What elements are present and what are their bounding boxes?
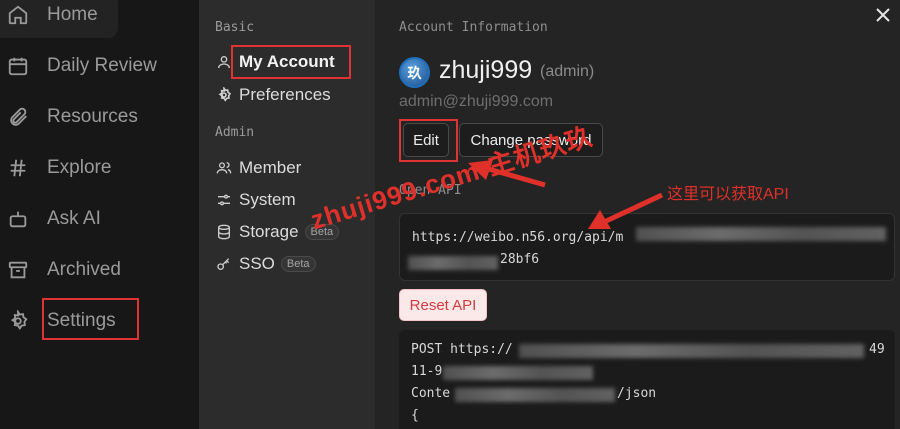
redacted-block	[455, 388, 615, 402]
user-email: admin@zhuji999.com	[399, 93, 554, 110]
section-title-basic: Basic	[215, 20, 255, 35]
menu-item-system[interactable]: System	[215, 186, 296, 214]
nav-item-label: Resources	[47, 106, 138, 127]
menu-item-member[interactable]: Member	[215, 154, 301, 182]
menu-item-label: Member	[239, 158, 302, 177]
account-panel: Account Information 玖 zhuji999 (admin) a…	[375, 0, 900, 429]
highlight-box-settings	[42, 298, 139, 340]
bot-icon	[6, 207, 30, 231]
nav-item-ask-ai[interactable]: Ask AI	[0, 196, 190, 242]
highlight-box-my-account	[231, 45, 351, 79]
code-line: 49	[869, 342, 885, 357]
account-section-title: Account Information	[399, 20, 548, 35]
nav-item-label: Archived	[47, 259, 121, 280]
code-line: POST https://	[411, 342, 513, 357]
archive-icon	[6, 258, 30, 282]
nav-item-label: Explore	[47, 157, 112, 178]
users-icon	[215, 159, 233, 177]
nav-item-resources[interactable]: Resources	[0, 94, 190, 140]
nav-item-home[interactable]: Home	[0, 0, 118, 38]
key-icon	[215, 255, 233, 273]
nav-item-archived[interactable]: Archived	[0, 247, 190, 293]
nav-item-daily-review[interactable]: Daily Review	[0, 43, 190, 89]
menu-item-sso[interactable]: SSO Beta	[215, 250, 316, 278]
nav-item-label: Ask AI	[47, 208, 101, 229]
home-icon	[6, 3, 30, 27]
menu-item-label: Preferences	[239, 85, 331, 104]
hash-icon	[6, 156, 30, 180]
api-url-start: https://weibo.n56.org/api/m	[412, 230, 624, 245]
menu-item-label: SSO	[239, 254, 275, 273]
code-line: {	[411, 408, 419, 423]
code-example-box: POST https:// 49 11-9 Conte /json {	[399, 330, 895, 429]
api-url-box[interactable]: https://weibo.n56.org/api/m 28bf6	[399, 213, 895, 281]
highlight-box-edit	[399, 119, 458, 162]
username: zhuji999	[439, 56, 533, 84]
database-icon	[215, 223, 233, 241]
redacted-block	[519, 344, 864, 358]
menu-item-label: System	[239, 190, 296, 209]
code-line: /json	[617, 386, 657, 401]
menu-item-label: Storage	[239, 222, 299, 241]
redacted-block	[636, 227, 886, 241]
redacted-block	[408, 256, 498, 270]
nav-item-explore[interactable]: Explore	[0, 145, 190, 191]
calendar-icon	[6, 54, 30, 78]
close-icon[interactable]	[870, 2, 896, 28]
section-title-admin: Admin	[215, 125, 255, 140]
annotation-note: 这里可以获取API	[667, 186, 789, 203]
api-url-end: 28bf6	[500, 252, 540, 267]
paperclip-icon	[6, 105, 30, 129]
gear-icon	[6, 309, 30, 333]
main-sidebar: Home Daily Review Resources Explore Ask …	[0, 0, 199, 429]
redacted-block	[443, 366, 593, 380]
nav-item-label: Home	[47, 4, 98, 25]
menu-item-preferences[interactable]: Preferences	[215, 81, 331, 109]
avatar: 玖	[399, 57, 430, 88]
gear-icon	[215, 86, 233, 104]
reset-api-button[interactable]: Reset API	[399, 289, 487, 321]
code-line: 11-9	[411, 364, 443, 379]
nav-item-label: Daily Review	[47, 55, 157, 76]
code-line: Conte	[411, 386, 451, 401]
beta-badge: Beta	[280, 256, 316, 272]
user-role: (admin)	[540, 63, 595, 80]
sliders-icon	[215, 191, 233, 209]
